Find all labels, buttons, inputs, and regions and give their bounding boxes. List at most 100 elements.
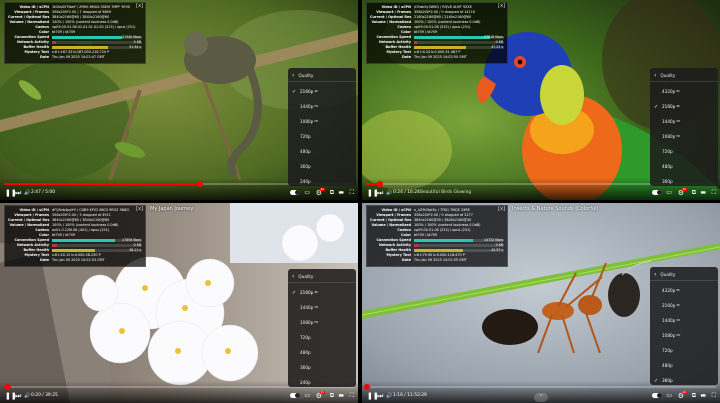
quality-option-1440p[interactable]: 1440p HD bbox=[650, 114, 718, 129]
settings-icon[interactable]: ⚙ 4K bbox=[316, 391, 325, 400]
miniplayer-icon[interactable]: ⧉ bbox=[692, 392, 696, 400]
hd-badge: HD bbox=[676, 319, 681, 322]
stat-value: Thu Jan 09 2025 14:02:55 GMT bbox=[414, 258, 467, 262]
hd-badge: 8K bbox=[676, 289, 680, 292]
quality-option-4320p[interactable]: 4320p 8K bbox=[650, 84, 718, 99]
quality-option-720p[interactable]: 720p bbox=[288, 330, 356, 345]
quality-option-label: 240p bbox=[300, 380, 311, 385]
next-icon[interactable]: ⏭ bbox=[377, 189, 383, 197]
close-icon[interactable]: [x] bbox=[498, 3, 505, 9]
theater-icon[interactable]: ▬ bbox=[700, 392, 706, 400]
scrubber-knob[interactable] bbox=[197, 181, 203, 187]
miniplayer-icon[interactable]: ⧉ bbox=[330, 189, 334, 197]
quality-option-label: 4320p bbox=[662, 89, 676, 94]
quality-option-1080p[interactable]: 1080p HD bbox=[288, 114, 356, 129]
quality-menu-header[interactable]: ‹ Quality bbox=[650, 70, 718, 82]
settings-icon[interactable]: ⚙ 4K bbox=[678, 391, 687, 400]
scrubber-knob[interactable] bbox=[4, 384, 11, 390]
volume-icon[interactable]: 🔊 bbox=[24, 189, 30, 197]
video-player-3[interactable]: My Japan Journey ❚❚ ⏭ 🔊 0:20 / 39:25 ▭ ⚙… bbox=[0, 203, 358, 403]
quality-option-1080p[interactable]: 1080p HD bbox=[288, 315, 356, 330]
quality-option-480p[interactable]: 480p bbox=[650, 358, 718, 373]
subtitles-icon[interactable]: ▭ bbox=[666, 392, 672, 400]
fullscreen-icon[interactable]: ⛶ bbox=[350, 392, 354, 400]
autoplay-toggle[interactable] bbox=[652, 393, 662, 398]
hd-badge: 4K bbox=[676, 304, 680, 307]
fullscreen-icon[interactable]: ⛶ bbox=[712, 392, 716, 400]
chevron-up-icon[interactable]: ⌃ bbox=[534, 393, 548, 402]
quality-option-2160p[interactable]: ✓ 2160p 4K bbox=[288, 84, 356, 99]
theater-icon[interactable]: ▬ bbox=[338, 189, 344, 197]
quality-option-label: 720p bbox=[662, 348, 673, 353]
next-icon[interactable]: ⏭ bbox=[377, 392, 383, 400]
settings-icon[interactable]: ⚙ 4K bbox=[316, 188, 325, 197]
video-title[interactable]: Insects & Nature Sounds (Colorful) bbox=[512, 206, 598, 212]
checkmark-icon: ✓ bbox=[292, 88, 297, 95]
autoplay-toggle[interactable] bbox=[290, 190, 300, 195]
quality-badge: 4K bbox=[319, 391, 325, 395]
quality-option-4320p[interactable]: 4320p 8K bbox=[650, 283, 718, 298]
theater-icon[interactable]: ▬ bbox=[700, 189, 706, 197]
autoplay-toggle[interactable] bbox=[290, 393, 300, 398]
fullscreen-icon[interactable]: ⛶ bbox=[712, 189, 716, 197]
autoplay-toggle[interactable] bbox=[652, 190, 662, 195]
settings-icon[interactable]: ⚙ 4K bbox=[678, 188, 687, 197]
quality-list: ✓ 2160p 4K 1440p HD 1080p HD 720p 480p 360p 240p bbox=[288, 285, 356, 390]
quality-option-720p[interactable]: 720p bbox=[288, 129, 356, 144]
quality-option-360p[interactable]: ✓ 360p bbox=[650, 373, 718, 388]
volume-icon[interactable]: 🔊 bbox=[386, 392, 392, 400]
quality-option-480p[interactable]: 480p bbox=[288, 345, 356, 360]
video-player-1[interactable]: ❚❚ ⏭ 🔊 2:47 / 5:00 ▭ ⚙ 4K ⧉ ▬ ⛶ [x] Video… bbox=[0, 0, 358, 200]
quality-option-360p[interactable]: 360p bbox=[650, 174, 718, 189]
miniplayer-icon[interactable]: ⧉ bbox=[692, 189, 696, 197]
quality-menu-header[interactable]: ‹ Quality bbox=[288, 271, 356, 283]
quality-option-240p[interactable]: 240p bbox=[288, 375, 356, 390]
network-activity-bar: 0 KB bbox=[52, 243, 142, 247]
quality-option-1440p[interactable]: 1440p HD bbox=[650, 313, 718, 328]
quality-option-1080p[interactable]: 1080p HD bbox=[650, 129, 718, 144]
volume-icon[interactable]: 🔊 bbox=[24, 392, 30, 400]
subtitles-icon[interactable]: ▭ bbox=[304, 189, 310, 197]
next-icon[interactable]: ⏭ bbox=[15, 189, 21, 197]
stat-value: 42.57 s bbox=[491, 248, 503, 252]
quality-option-480p[interactable]: 480p bbox=[288, 144, 356, 159]
quality-option-360p[interactable]: 360p bbox=[288, 360, 356, 375]
quality-option-720p[interactable]: 720p bbox=[650, 144, 718, 159]
quality-option-1440p[interactable]: 1440p HD bbox=[288, 300, 356, 315]
stats-for-nerds-panel: [x] Video ID / sCPN dFQ9vb4pqY9 / CDB9 KF… bbox=[4, 205, 146, 267]
quality-option-360p[interactable]: 360p bbox=[288, 159, 356, 174]
quality-option-2160p[interactable]: ✓ 2160p 4K bbox=[650, 99, 718, 114]
subtitles-icon[interactable]: ▭ bbox=[304, 392, 310, 400]
quality-option-1440p[interactable]: 1440p HD bbox=[288, 99, 356, 114]
theater-icon[interactable]: ▬ bbox=[338, 392, 344, 400]
quality-option-720p[interactable]: 720p bbox=[650, 343, 718, 358]
scrubber-knob[interactable] bbox=[363, 384, 370, 390]
quality-option-480p[interactable]: 480p bbox=[650, 159, 718, 174]
quality-menu-header[interactable]: ‹ Quality bbox=[650, 269, 718, 281]
close-icon[interactable]: [x] bbox=[136, 206, 143, 212]
miniplayer-icon[interactable]: ⧉ bbox=[330, 392, 334, 400]
quality-option-2160p[interactable]: ✓ 2160p 4K bbox=[288, 285, 356, 300]
quality-option-240p[interactable]: 240p bbox=[288, 174, 356, 189]
scrubber-knob[interactable] bbox=[377, 181, 383, 187]
hd-badge: 4K bbox=[676, 105, 680, 108]
hd-badge: HD bbox=[676, 120, 681, 123]
video-player-2[interactable]: ❚❚ ⏭ 🔊 0:24 / 10:24 Beautiful Birds Glow… bbox=[362, 0, 720, 200]
quality-option-label: 480p bbox=[662, 164, 673, 169]
quality-menu-header[interactable]: ‹ Quality bbox=[288, 70, 356, 82]
fullscreen-icon[interactable]: ⛶ bbox=[350, 189, 354, 197]
next-icon[interactable]: ⏭ bbox=[15, 392, 21, 400]
subtitles-icon[interactable]: ▭ bbox=[666, 189, 672, 197]
video-title[interactable]: My Japan Journey bbox=[150, 206, 193, 212]
quality-option-1080p[interactable]: 1080p HD bbox=[650, 328, 718, 343]
network-activity-bar: 0 KB bbox=[52, 40, 142, 44]
hd-badge: HD bbox=[314, 105, 319, 108]
quality-option-label: 1440p bbox=[300, 104, 314, 109]
video-player-4[interactable]: Insects & Nature Sounds (Colorful) ❚❚ ⏭ … bbox=[362, 203, 720, 403]
quality-menu: ‹ Quality 4320p 8K 2160p 4K 1440p HD 1080p HD 720… bbox=[650, 267, 718, 385]
close-icon[interactable]: [x] bbox=[136, 3, 143, 9]
volume-icon[interactable]: 🔊 bbox=[386, 189, 392, 197]
close-icon[interactable]: [x] bbox=[498, 206, 505, 212]
chapter-title[interactable]: Beautiful Birds Glowing bbox=[420, 189, 471, 197]
quality-option-2160p[interactable]: 2160p 4K bbox=[650, 298, 718, 313]
